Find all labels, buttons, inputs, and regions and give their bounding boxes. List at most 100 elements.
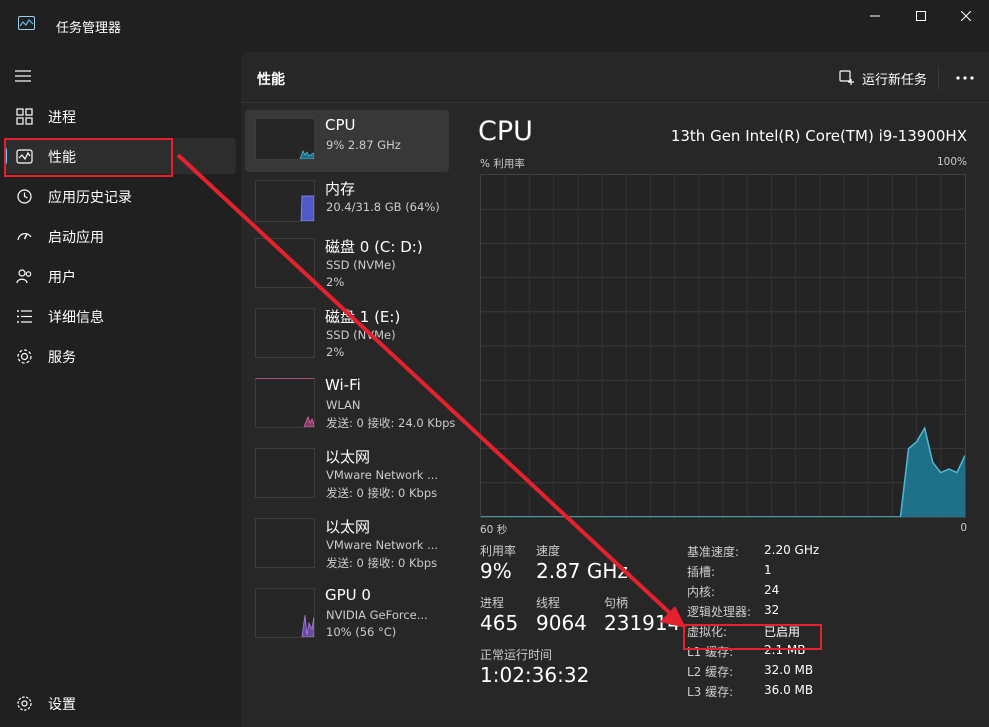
sidebar-item-processes[interactable]: 进程	[4, 98, 236, 134]
resource-name: 以太网	[325, 518, 371, 536]
users-icon	[16, 269, 32, 284]
processes-value: 465	[480, 611, 519, 635]
sidebar-item-startup-apps[interactable]: 启动应用	[4, 218, 236, 254]
mini-graph	[255, 448, 315, 498]
threads-label: 线程	[536, 596, 561, 610]
mini-graph	[255, 180, 315, 222]
sidebar-item-label: 详细信息	[48, 310, 104, 326]
details-icon	[17, 310, 32, 323]
resource-name: 以太网	[325, 448, 371, 466]
close-button[interactable]	[943, 0, 989, 32]
spec-key: L3 缓存:	[687, 685, 734, 699]
resource-name: 磁盘 1 (E:)	[325, 308, 401, 326]
utilization-value: 9%	[480, 559, 512, 583]
resource-detail: 10% (56 °C)	[326, 625, 397, 639]
resource-detail: SSD (NVMe)	[326, 258, 396, 272]
resource-detail: 2%	[326, 345, 345, 359]
run-new-task-label: 运行新任务	[862, 72, 928, 88]
speed-label: 速度	[536, 544, 561, 558]
resource-name: 内存	[325, 180, 356, 198]
speed-value: 2.87 GHz	[536, 559, 628, 583]
resource-item-memory[interactable]: 内存 20.4/31.8 GB (64%)	[245, 172, 449, 234]
run-new-task-button[interactable]: 运行新任务	[839, 66, 927, 90]
time-axis-label: 60 秒	[480, 524, 508, 536]
spec-key: 逻辑处理器:	[687, 605, 752, 619]
mini-graph	[255, 238, 315, 288]
sidebar-item-settings[interactable]: 设置	[4, 685, 236, 721]
resource-item-ethernet-2[interactable]: 以太网 VMware Network ... 发送: 0 接收: 0 Kbps	[245, 510, 449, 572]
maximize-button[interactable]	[898, 0, 944, 32]
uptime-label: 正常运行时间	[480, 648, 553, 662]
services-icon	[17, 349, 32, 364]
run-new-task-icon	[839, 70, 854, 85]
spec-value: 32	[764, 603, 780, 617]
task-manager-icon	[18, 16, 35, 30]
spec-value: 32.0 MB	[764, 663, 814, 677]
cpu-title: CPU	[478, 116, 533, 147]
minimize-icon	[870, 15, 880, 17]
minimize-button[interactable]	[852, 0, 898, 32]
processes-icon	[16, 108, 33, 125]
resource-item-cpu[interactable]: CPU 9% 2.87 GHz	[245, 110, 449, 172]
close-icon	[961, 11, 971, 21]
resource-detail: 20.4/31.8 GB (64%)	[326, 200, 440, 214]
threads-value: 9064	[536, 611, 587, 635]
resource-detail: NVIDIA GeForce...	[326, 608, 428, 622]
resource-detail: 2%	[326, 275, 345, 289]
sidebar-item-label: 服务	[48, 350, 76, 366]
processes-label: 进程	[480, 596, 505, 610]
mini-graph	[255, 118, 315, 160]
history-icon	[17, 189, 32, 204]
utilization-label: 利用率	[480, 544, 517, 558]
sidebar-item-label: 用户	[48, 270, 76, 286]
sidebar-item-label: 进程	[48, 110, 76, 126]
sidebar-item-app-history[interactable]: 应用历史记录	[4, 178, 236, 214]
utilization-axis-label: % 利用率	[480, 158, 525, 170]
mini-graph	[255, 308, 315, 358]
resource-item-gpu-0[interactable]: GPU 0 NVIDIA GeForce... 10% (56 °C)	[245, 580, 449, 642]
cpu-model: 13th Gen Intel(R) Core(TM) i9-13900HX	[670, 127, 967, 145]
spec-key: L2 缓存:	[687, 665, 734, 679]
resource-item-wifi[interactable]: Wi-Fi WLAN 发送: 0 接收: 24.0 Kbps	[245, 370, 455, 432]
spec-key: 插槽:	[687, 565, 716, 579]
annotation-highlight-performance	[4, 138, 173, 177]
time-axis-zero: 0	[960, 522, 967, 534]
resource-name: GPU 0	[325, 586, 371, 604]
resource-item-disk-0[interactable]: 磁盘 0 (C: D:) SSD (NVMe) 2%	[245, 230, 449, 292]
resource-detail: VMware Network ...	[326, 468, 439, 482]
resource-detail: 发送: 0 接收: 0 Kbps	[326, 556, 438, 570]
spec-value: 24	[764, 583, 780, 597]
resource-name: CPU	[325, 116, 356, 134]
resource-detail: 发送: 0 接收: 24.0 Kbps	[326, 416, 456, 430]
spec-value: 2.20 GHz	[764, 543, 820, 557]
annotation-highlight-virtualization	[683, 624, 822, 650]
resource-item-ethernet-1[interactable]: 以太网 VMware Network ... 发送: 0 接收: 0 Kbps	[245, 440, 449, 502]
maximize-icon	[916, 11, 926, 21]
sidebar-item-services[interactable]: 服务	[4, 338, 236, 374]
cpu-utilization-graph	[480, 174, 966, 518]
sidebar-item-details[interactable]: 详细信息	[4, 298, 236, 334]
spec-key: 基准速度:	[687, 545, 740, 559]
handles-value: 231914	[604, 611, 681, 635]
header-divider	[241, 102, 989, 103]
startup-icon	[17, 232, 32, 241]
hamburger-menu-icon[interactable]	[14, 69, 32, 83]
uptime-value: 1:02:36:32	[480, 663, 590, 687]
settings-label: 设置	[48, 697, 76, 713]
sidebar-item-label: 启动应用	[48, 230, 104, 246]
mini-graph	[255, 378, 315, 428]
resource-detail: WLAN	[326, 398, 361, 412]
window-title: 任务管理器	[56, 21, 122, 36]
utilization-max-label: 100%	[936, 156, 967, 168]
more-options-icon[interactable]	[953, 66, 977, 90]
resource-item-disk-1[interactable]: 磁盘 1 (E:) SSD (NVMe) 2%	[245, 300, 449, 362]
main-content: 性能 运行新任务 CPU 9% 2.87 GHz 内存 20.4/31.8 GB…	[241, 52, 989, 727]
resource-detail: VMware Network ...	[326, 538, 439, 552]
resource-name: Wi-Fi	[325, 376, 361, 394]
gear-icon	[17, 696, 32, 711]
spec-value: 1	[764, 563, 772, 577]
sidebar-item-users[interactable]: 用户	[4, 258, 236, 294]
handles-label: 句柄	[604, 596, 629, 610]
spec-value: 36.0 MB	[764, 683, 814, 697]
resource-name: 磁盘 0 (C: D:)	[325, 238, 423, 256]
